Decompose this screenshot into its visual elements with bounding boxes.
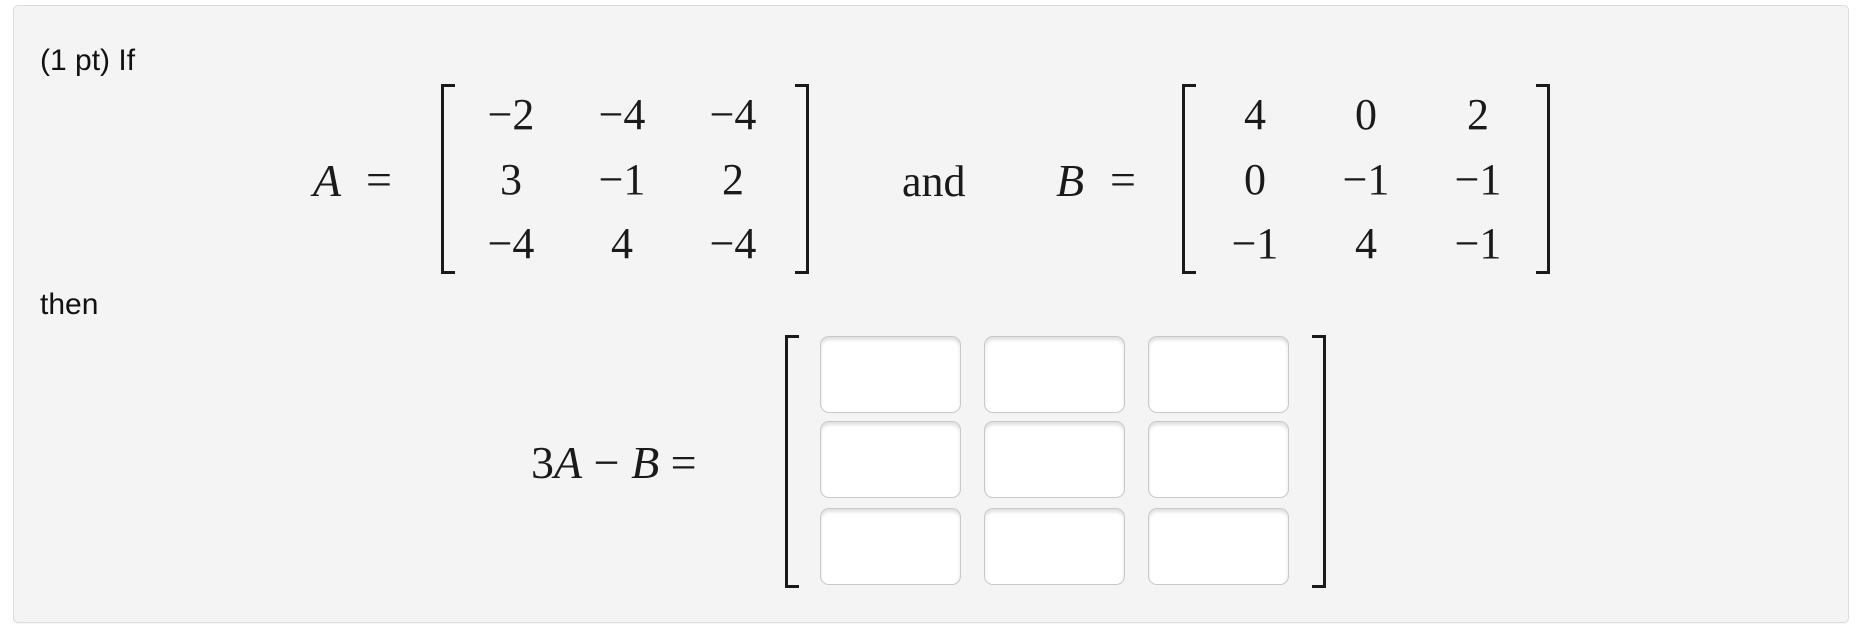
answer-input-r3-c1[interactable] <box>820 508 961 585</box>
matrix-a-cell-r2-c2: −1 <box>598 155 646 204</box>
problem-intro: (1 pt) If <box>40 44 136 77</box>
answer-input-r3-c2[interactable] <box>984 508 1125 585</box>
answer-minus: − <box>593 437 620 488</box>
answer-right-bracket <box>1312 335 1326 588</box>
matrix-b-cell-r1-c3: 2 <box>1467 90 1489 139</box>
matrix-a-cell-r3-c1: −4 <box>487 219 535 268</box>
matrix-b-cell-r1-c1: 4 <box>1244 90 1266 139</box>
matrix-b-left-bracket <box>1182 84 1196 274</box>
matrix-b-equals: = <box>1110 154 1136 205</box>
matrix-a-cell-r1-c1: −2 <box>487 90 535 139</box>
answer-input-r2-c3[interactable] <box>1148 421 1289 498</box>
matrix-a-cell-r2-c3: 2 <box>722 155 744 204</box>
matrix-a-cell-r3-c2: 4 <box>611 219 633 268</box>
matrix-b-cell-r2-c1: 0 <box>1244 155 1266 204</box>
answer-input-r1-c1[interactable] <box>820 336 961 413</box>
matrix-a-equals: = <box>366 154 392 205</box>
answer-coefficient: 3 <box>531 437 554 488</box>
answer-var-a: A <box>554 437 583 488</box>
matrix-a-right-bracket <box>795 84 809 274</box>
answer-var-b: B <box>631 437 660 488</box>
matrix-a-left-bracket <box>441 84 455 274</box>
matrix-b-label: B <box>1056 155 1085 206</box>
matrix-a-cell-r1-c3: −4 <box>709 90 757 139</box>
matrix-b-cell-r3-c1: −1 <box>1231 219 1279 268</box>
answer-left-bracket <box>785 335 799 588</box>
matrix-b-cell-r2-c2: −1 <box>1342 155 1390 204</box>
answer-input-r3-c3[interactable] <box>1148 508 1289 585</box>
matrix-a-cell-r1-c2: −4 <box>598 90 646 139</box>
then-connector: then <box>40 288 99 321</box>
matrix-b-cell-r3-c3: −1 <box>1454 219 1502 268</box>
matrix-b-cell-r1-c2: 0 <box>1355 90 1377 139</box>
matrix-a-label: A <box>313 155 342 206</box>
matrix-b-right-bracket <box>1536 84 1550 274</box>
answer-input-r2-c1[interactable] <box>820 421 961 498</box>
answer-input-r1-c3[interactable] <box>1148 336 1289 413</box>
answer-input-r2-c2[interactable] <box>984 421 1125 498</box>
answer-input-r1-c2[interactable] <box>984 336 1125 413</box>
matrix-a-cell-r2-c1: 3 <box>500 155 522 204</box>
matrix-a-cell-r3-c3: −4 <box>709 219 757 268</box>
and-connector: and <box>902 157 966 206</box>
matrix-b-cell-r3-c2: 4 <box>1355 219 1377 268</box>
matrix-b-cell-r2-c3: −1 <box>1454 155 1502 204</box>
answer-equals: = <box>670 437 697 488</box>
answer-expression: 3A − B = <box>531 440 697 486</box>
